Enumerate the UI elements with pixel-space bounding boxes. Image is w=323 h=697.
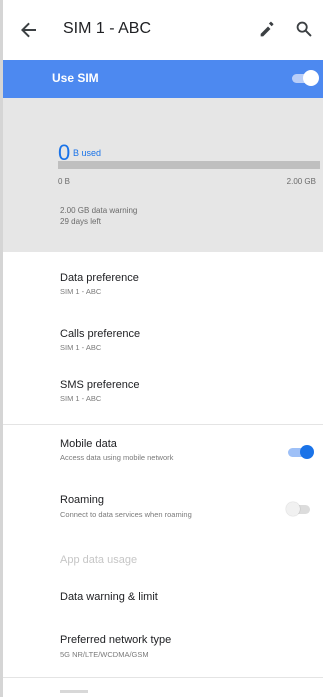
- item-title: Roaming: [60, 494, 105, 506]
- calls-preference-item[interactable]: Calls preference SIM 1 - ABC: [3, 318, 323, 374]
- use-sim-row[interactable]: Use SIM: [3, 60, 323, 98]
- item-title: Preferred network type: [60, 634, 172, 646]
- roaming-switch[interactable]: [286, 502, 300, 516]
- app-data-usage-item: App data usage: [3, 535, 323, 581]
- arrow-back-icon[interactable]: [17, 18, 41, 42]
- usage-progress-bar: [58, 161, 320, 169]
- page-title: SIM 1 - ABC: [63, 20, 152, 37]
- data-used-unit: B used: [73, 148, 102, 158]
- item-title: Data preference: [60, 272, 139, 284]
- item-subtitle: Access data using mobile network: [60, 453, 174, 462]
- roaming-item[interactable]: Roaming Connect to data services when ro…: [3, 479, 323, 535]
- section-divider: [3, 677, 323, 678]
- use-sim-label: Use SIM: [52, 71, 99, 85]
- data-warning-limit-item[interactable]: Data warning & limit: [3, 581, 323, 621]
- usage-min-label: 0 B: [58, 177, 71, 186]
- item-title: App data usage: [60, 554, 138, 566]
- item-title: Data warning & limit: [60, 591, 158, 603]
- item-subtitle: SIM 1 - ABC: [60, 287, 102, 296]
- item-subtitle: 5G NR/LTE/WCDMA/GSM: [60, 650, 149, 659]
- usage-max-label: 2.00 GB: [286, 177, 316, 186]
- next-item-peek: [60, 690, 88, 693]
- data-preference-item[interactable]: Data preference SIM 1 - ABC: [3, 252, 323, 318]
- sms-preference-item[interactable]: SMS preference SIM 1 - ABC: [3, 374, 323, 420]
- item-subtitle: SIM 1 - ABC: [60, 343, 102, 352]
- data-warning-text: 2.00 GB data warning: [60, 206, 138, 215]
- search-icon[interactable]: [293, 18, 315, 40]
- item-subtitle: SIM 1 - ABC: [60, 394, 102, 403]
- item-title: Mobile data: [60, 438, 117, 450]
- top-app-bar: SIM 1 - ABC: [3, 0, 323, 60]
- use-sim-switch[interactable]: [303, 70, 319, 86]
- days-left-text: 29 days left: [60, 217, 101, 226]
- preferred-network-type-item[interactable]: Preferred network type 5G NR/LTE/WCDMA/G…: [3, 621, 323, 677]
- data-usage-summary: 0 B used 0 B 2.00 GB 2.00 GB data warnin…: [3, 98, 323, 252]
- item-subtitle: Connect to data services when roaming: [60, 510, 192, 519]
- edit-pencil-icon[interactable]: [257, 18, 279, 40]
- mobile-data-item[interactable]: Mobile data Access data using mobile net…: [3, 425, 323, 479]
- mobile-data-switch[interactable]: [300, 445, 314, 459]
- item-title: SMS preference: [60, 379, 140, 391]
- item-title: Calls preference: [60, 328, 141, 340]
